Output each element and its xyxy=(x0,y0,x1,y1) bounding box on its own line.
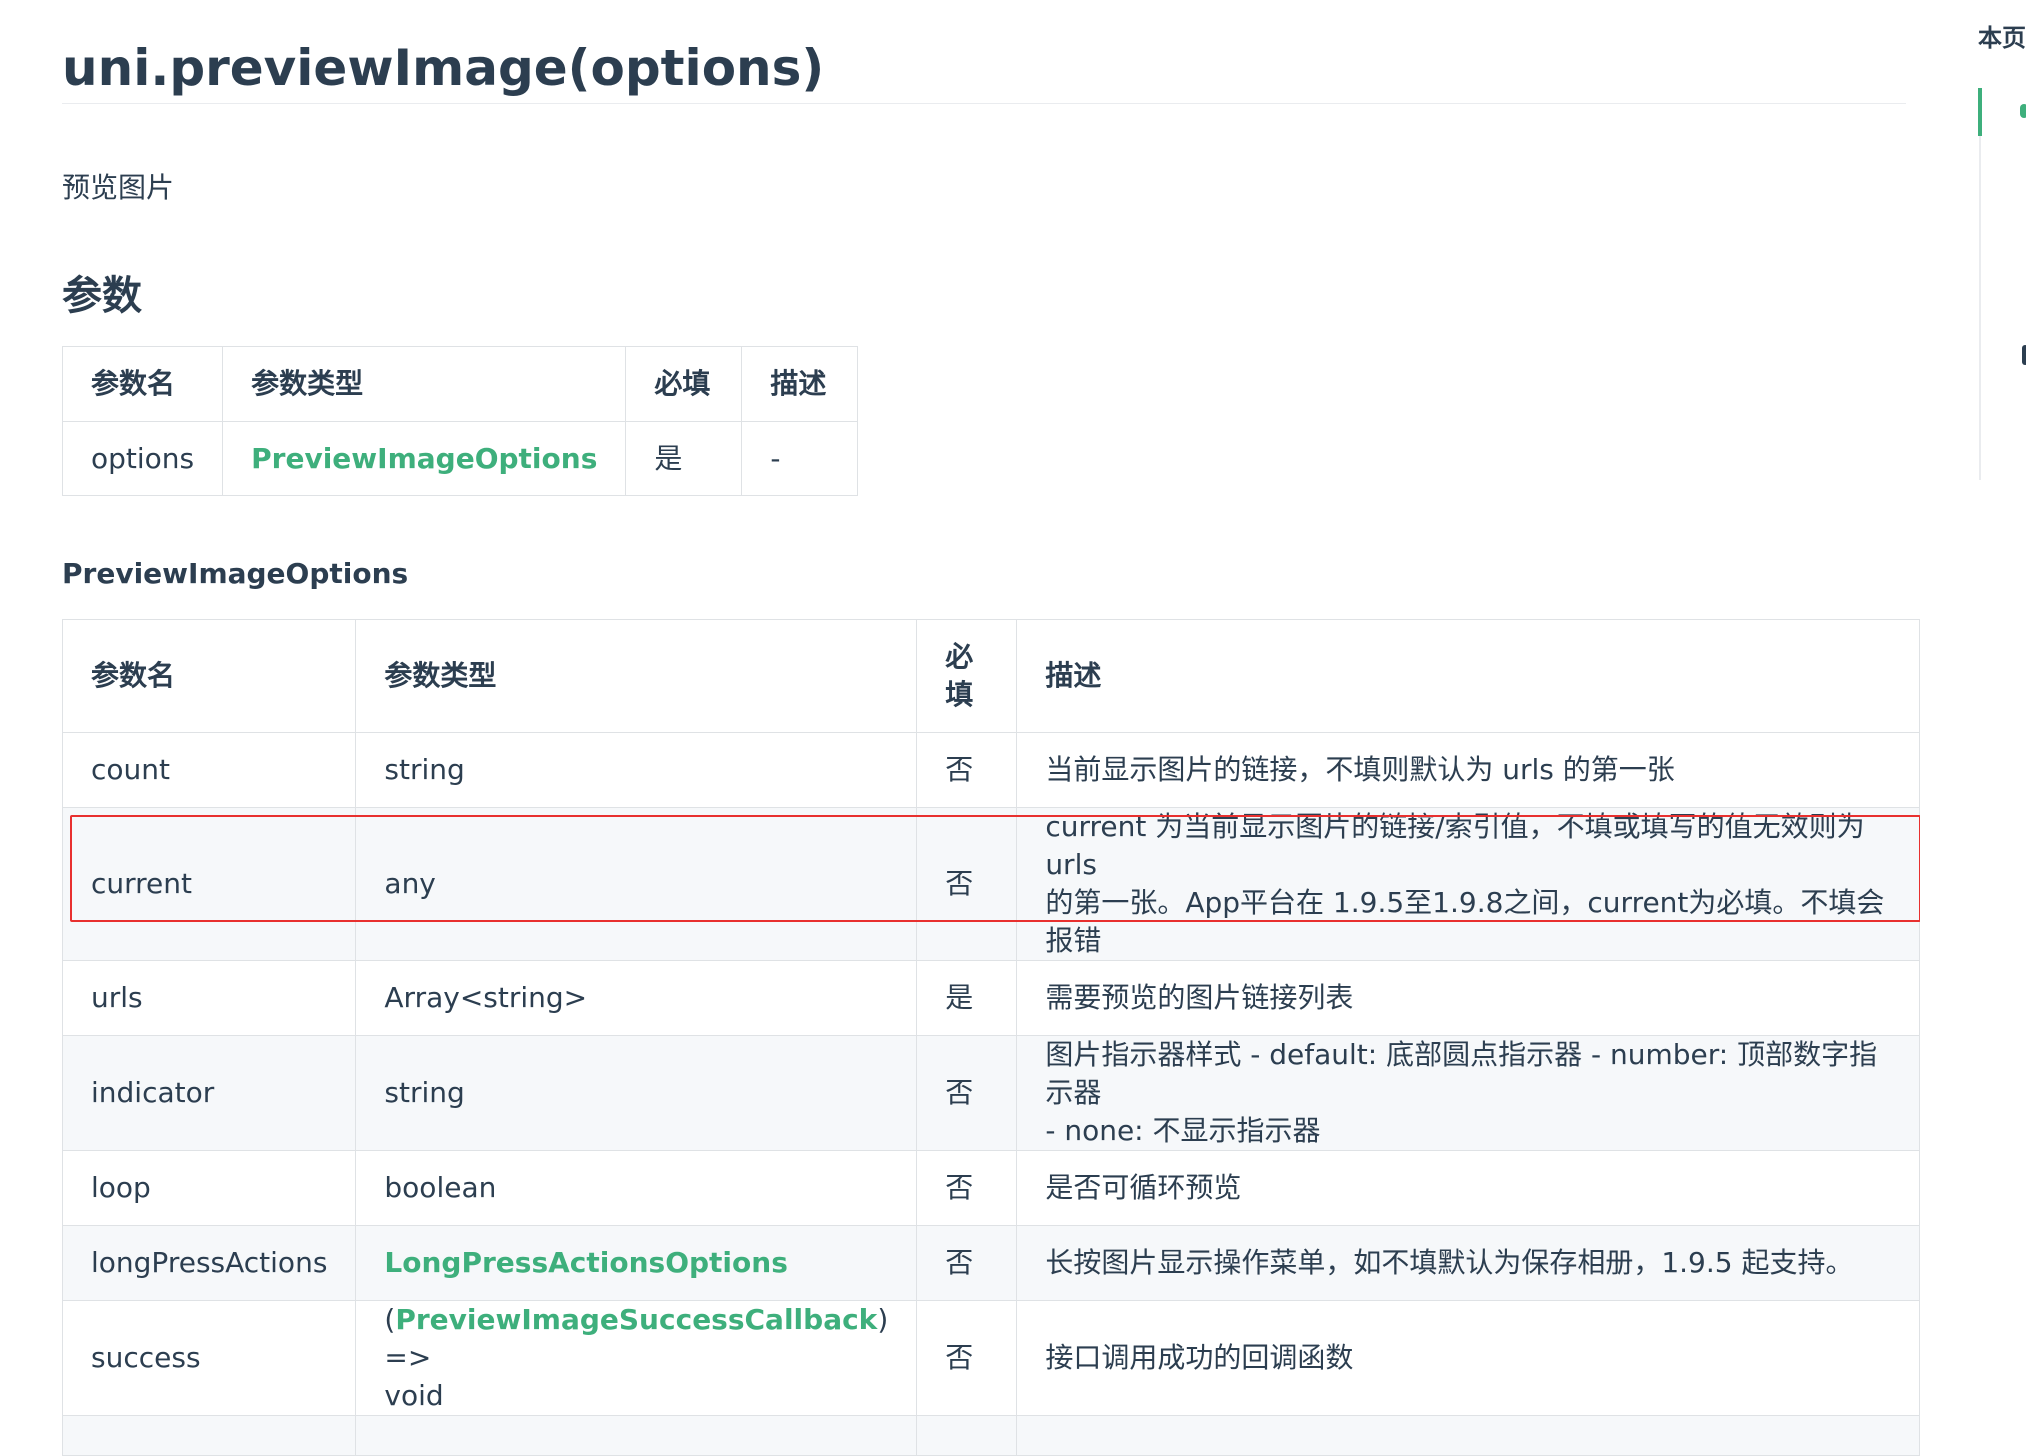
table-row: success (PreviewImageSuccessCallback) =>… xyxy=(61,1300,1920,1416)
description-line: 图片指示器样式 - default: 底部圆点指示器 - number: 顶部数… xyxy=(1045,1038,1878,1109)
header-param-type: 参数类型 xyxy=(355,619,918,733)
param-name: options xyxy=(61,421,224,496)
page-title: uni.previewImage(options) xyxy=(62,39,825,97)
table-cell xyxy=(355,1415,918,1456)
param-required: 否 xyxy=(916,1300,1018,1416)
param-description: 长按图片显示操作菜单，如不填默认为保存相册，1.9.5 起支持。 xyxy=(1016,1225,1920,1301)
type-paren-open: ( xyxy=(384,1303,396,1336)
param-required: 否 xyxy=(916,1225,1018,1301)
options-heading: PreviewImageOptions xyxy=(62,557,409,590)
header-param-name: 参数名 xyxy=(61,619,357,733)
param-type: string xyxy=(355,732,918,808)
type-return: void xyxy=(384,1379,444,1412)
param-type: Array<string> xyxy=(355,960,918,1036)
header-required-line1: 必 xyxy=(945,640,974,673)
param-name: count xyxy=(61,732,357,808)
table-cell xyxy=(916,1415,1018,1456)
param-description: 当前显示图片的链接，不填则默认为 urls 的第一张 xyxy=(1016,732,1920,808)
param-description: 是否可循环预览 xyxy=(1016,1150,1920,1226)
type-link[interactable]: PreviewImageSuccessCallback xyxy=(395,1303,877,1336)
table-row: urls Array<string> 是 需要预览的图片链接列表 xyxy=(61,960,1920,1036)
header-param-type: 参数类型 xyxy=(222,346,627,422)
header-description: 描述 xyxy=(1016,619,1920,733)
description-line: - none: 不显示指示器 xyxy=(1045,1114,1321,1147)
header-required: 必填 xyxy=(916,619,1018,733)
params-table: 参数名 参数类型 必填 描述 options PreviewImageOptio… xyxy=(61,346,859,496)
table-row xyxy=(61,1415,1920,1456)
param-type-cell: PreviewImageOptions xyxy=(222,421,627,496)
param-type-cell: (PreviewImageSuccessCallback) => void xyxy=(355,1300,918,1416)
options-table: 参数名 参数类型 必填 描述 count string 否 当前显示图片的链接，… xyxy=(61,619,1920,1456)
api-description: 预览图片 xyxy=(62,171,175,204)
param-type-cell: LongPressActionsOptions xyxy=(355,1225,918,1301)
param-description: - xyxy=(741,421,859,496)
table-row: count string 否 当前显示图片的链接，不填则默认为 urls 的第一… xyxy=(61,732,1920,808)
param-required: 是 xyxy=(625,421,743,496)
toc-title: 本页 xyxy=(1978,24,2026,52)
table-header-row: 参数名 参数类型 必填 描述 xyxy=(61,619,1920,733)
table-row: indicator string 否 图片指示器样式 - default: 底部… xyxy=(61,1035,1920,1151)
param-name: longPressActions xyxy=(61,1225,357,1301)
table-header-row: 参数名 参数类型 必填 描述 xyxy=(61,346,859,422)
param-description: 需要预览的图片链接列表 xyxy=(1016,960,1920,1036)
param-description: 接口调用成功的回调函数 xyxy=(1016,1300,1920,1416)
param-name: loop xyxy=(61,1150,357,1226)
param-name: urls xyxy=(61,960,357,1036)
header-description: 描述 xyxy=(741,346,859,422)
toc-track xyxy=(1979,88,1981,480)
header-required-line2: 填 xyxy=(945,678,974,711)
table-row: loop boolean 否 是否可循环预览 xyxy=(61,1150,1920,1226)
param-name: success xyxy=(61,1300,357,1416)
param-required: 否 xyxy=(916,732,1018,808)
param-description: 图片指示器样式 - default: 底部圆点指示器 - number: 顶部数… xyxy=(1016,1035,1920,1151)
toc-active-indicator xyxy=(1978,88,1982,136)
param-name: indicator xyxy=(61,1035,357,1151)
table-row: options PreviewImageOptions 是 - xyxy=(61,421,859,496)
highlight-box xyxy=(70,815,1921,922)
table-cell xyxy=(1016,1415,1920,1456)
type-link[interactable]: PreviewImageOptions xyxy=(251,442,597,475)
params-heading: 参数 xyxy=(62,273,142,319)
param-type: string xyxy=(355,1035,918,1151)
doc-content: uni.previewImage(options) 预览图片 参数 参数名 参数… xyxy=(0,0,1921,1456)
param-type: boolean xyxy=(355,1150,918,1226)
table-cell xyxy=(61,1415,357,1456)
title-divider xyxy=(62,103,1906,104)
param-required: 否 xyxy=(916,1150,1018,1226)
toc-sidebar: 本页 xyxy=(1920,0,2026,1388)
param-required: 是 xyxy=(916,960,1018,1036)
param-required: 否 xyxy=(916,1035,1018,1151)
header-param-name: 参数名 xyxy=(61,346,224,422)
toc-item[interactable] xyxy=(2022,345,2026,365)
table-row: longPressActions LongPressActionsOptions… xyxy=(61,1225,1920,1301)
toc-active-item[interactable] xyxy=(2020,104,2026,118)
type-link[interactable]: LongPressActionsOptions xyxy=(384,1246,787,1279)
header-required: 必填 xyxy=(625,346,743,422)
